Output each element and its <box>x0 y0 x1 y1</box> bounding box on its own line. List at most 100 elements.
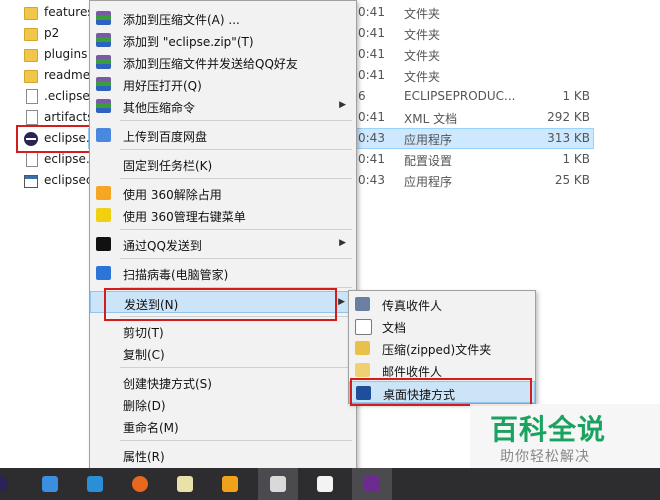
menu-item-zip-folder[interactable]: 压缩(zipped)文件夹 <box>349 337 535 359</box>
firefox-icon <box>132 476 148 492</box>
menu-item-label: 用好压打开(Q) <box>123 79 202 93</box>
file-size: 25 KB <box>554 173 590 187</box>
file-name: features <box>44 5 94 19</box>
taskbar-app-button[interactable] <box>258 468 298 500</box>
sublime-icon <box>222 476 238 492</box>
menu-item-virus-scan[interactable]: 扫描病毒(电脑管家) <box>90 262 356 284</box>
taskbar-app-button[interactable] <box>30 468 70 500</box>
file-size: 313 KB <box>547 131 590 145</box>
menu-item-label: 通过QQ发送到 <box>123 239 202 253</box>
menu-item-label: 重命名(M) <box>123 421 179 435</box>
qq-icon <box>96 237 111 251</box>
menu-item-add-to-archive[interactable]: 添加到压缩文件(A) ... <box>90 7 356 29</box>
folder-icon <box>24 7 38 20</box>
menu-item-label: 复制(C) <box>123 348 165 362</box>
file-type: 文件夹 <box>404 28 441 42</box>
grid-app-icon <box>87 476 103 492</box>
menu-item-pin-taskbar[interactable]: 固定到任务栏(K) <box>90 153 356 175</box>
menu-item-label: 固定到任务栏(K) <box>123 159 213 173</box>
winrar-icon <box>96 33 111 47</box>
file-name: readme <box>44 68 91 82</box>
menu-item-label: 删除(D) <box>123 399 166 413</box>
file-size: 292 KB <box>547 110 590 124</box>
zip-folder-icon <box>355 341 370 355</box>
menu-item-label: 属性(R) <box>123 450 165 464</box>
menu-separator <box>120 178 352 179</box>
file-type: XML 文档 <box>404 112 458 126</box>
menu-item-label: 添加到压缩文件(A) ... <box>123 13 240 27</box>
file-size: 1 KB <box>562 152 590 166</box>
menu-item-send-via-qq[interactable]: 通过QQ发送到 ▶ <box>90 233 356 255</box>
paint-icon <box>317 476 333 492</box>
menu-item-label: 添加到压缩文件并发送给QQ好友 <box>123 57 298 71</box>
menu-item-label: 使用 360解除占用 <box>123 188 222 202</box>
taskbar-eclipse-button[interactable] <box>0 468 20 500</box>
menu-item-add-to-eclipse-zip[interactable]: 添加到 "eclipse.zip"(T) <box>90 29 356 51</box>
menu-item-label: 其他压缩命令 <box>123 101 196 115</box>
file-name: eclipse. <box>44 152 90 166</box>
file-name: artifacts <box>44 110 94 124</box>
menu-separator <box>120 149 352 150</box>
taskbar-app-button[interactable] <box>305 468 345 500</box>
mail-icon <box>355 363 370 377</box>
file-name: plugins <box>44 47 88 61</box>
file-name: .eclipse <box>44 89 90 103</box>
taskbar-app-button[interactable] <box>352 468 392 500</box>
taskbar-app-button[interactable] <box>210 468 250 500</box>
menu-item-open-with-haozip[interactable]: 用好压打开(Q) <box>90 73 356 95</box>
folder-icon <box>24 49 38 62</box>
file-date: 0:41 <box>358 110 385 124</box>
menu-item-fax-recipient[interactable]: 传真收件人 <box>349 293 535 315</box>
taskbar-app-button[interactable] <box>75 468 115 500</box>
taskbar-firefox-button[interactable] <box>120 468 160 500</box>
file-name: eclipsec <box>44 173 93 187</box>
file-date: 0:41 <box>358 68 385 82</box>
xml-file-icon <box>26 110 38 125</box>
menu-item-properties[interactable]: 属性(R) <box>90 444 356 466</box>
annotation-red-box <box>16 125 94 153</box>
menu-item-create-shortcut[interactable]: 创建快捷方式(S) <box>90 371 356 393</box>
winrar-icon <box>96 11 111 25</box>
menu-item-label: 传真收件人 <box>382 299 443 313</box>
file-name: p2 <box>44 26 60 40</box>
submenu-arrow-icon: ▶ <box>338 297 345 307</box>
menu-item-rename[interactable]: 重命名(M) <box>90 415 356 437</box>
file-date: 0:41 <box>358 47 385 61</box>
menu-item-cut[interactable]: 剪切(T) <box>90 320 356 342</box>
file-size: 1 KB <box>562 89 590 103</box>
menu-item-label: 创建快捷方式(S) <box>123 377 212 391</box>
file-type: 文件夹 <box>404 70 441 84</box>
tencent-guard-icon <box>96 266 111 280</box>
file-type: 文件夹 <box>404 7 441 21</box>
winrar-icon <box>96 77 111 91</box>
menu-item-label: 使用 360管理右键菜单 <box>123 210 246 224</box>
watermark-subtitle: 助你轻松解决 <box>500 449 590 465</box>
menu-item-360-menu[interactable]: 使用 360管理右键菜单 <box>90 204 356 226</box>
360-unlock-icon <box>96 186 111 200</box>
menu-item-copy[interactable]: 复制(C) <box>90 342 356 364</box>
winrar-icon <box>96 99 111 113</box>
winrar-icon <box>96 55 111 69</box>
notes-icon <box>42 476 58 492</box>
annotation-red-box <box>104 288 337 321</box>
menu-item-delete[interactable]: 删除(D) <box>90 393 356 415</box>
menu-item-other-compress[interactable]: 其他压缩命令 ▶ <box>90 95 356 117</box>
file-icon <box>26 89 38 104</box>
file-date: 0:43 <box>358 173 385 187</box>
file-date: 0:43 <box>358 131 385 145</box>
menu-item-documents[interactable]: 文档 <box>349 315 535 337</box>
menu-item-add-and-send-qq[interactable]: 添加到压缩文件并发送给QQ好友 <box>90 51 356 73</box>
menu-item-upload-baidu[interactable]: 上传到百度网盘 <box>90 124 356 146</box>
context-menu: 添加到压缩文件(A) ... 添加到 "eclipse.zip"(T) 添加到压… <box>89 0 357 470</box>
file-date: 0:41 <box>358 26 385 40</box>
menu-separator <box>120 229 352 230</box>
taskbar-app-button[interactable] <box>165 468 205 500</box>
menu-item-label: 文档 <box>382 321 407 335</box>
taskbar <box>0 468 660 500</box>
watermark: 百科全说 助你轻松解决 <box>470 404 660 468</box>
menu-item-label: 上传到百度网盘 <box>123 130 208 144</box>
menu-item-label: 添加到 "eclipse.zip"(T) <box>123 35 254 49</box>
app-icon <box>364 476 380 492</box>
menu-item-360-unlock[interactable]: 使用 360解除占用 <box>90 182 356 204</box>
menu-separator <box>120 440 352 441</box>
